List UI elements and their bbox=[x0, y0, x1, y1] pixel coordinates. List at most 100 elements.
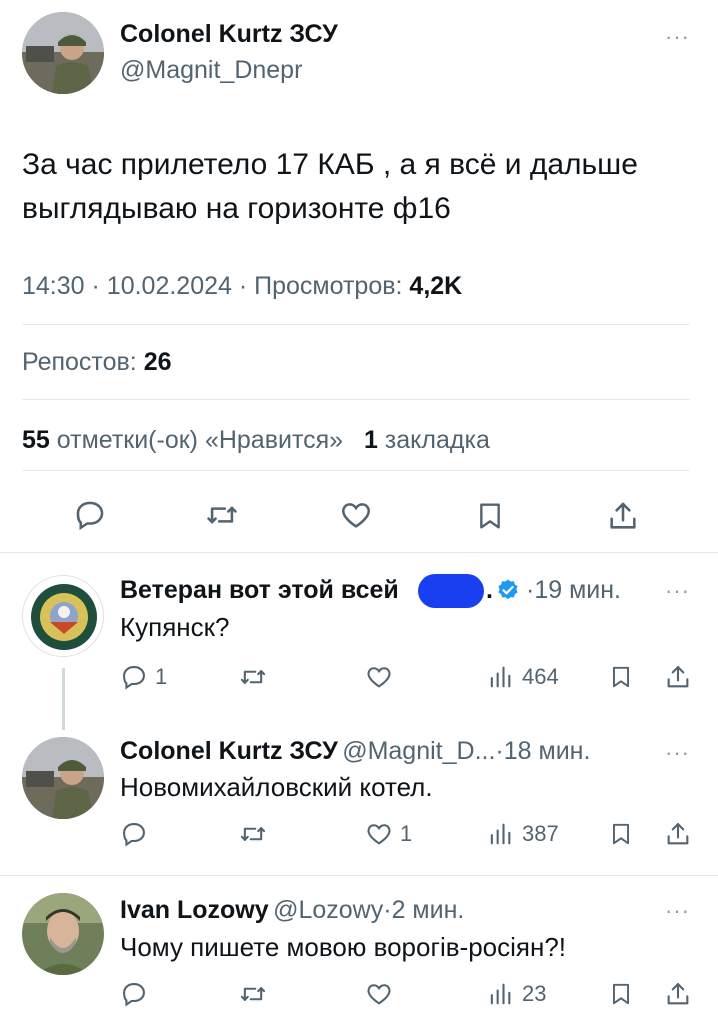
divider bbox=[22, 399, 690, 400]
views-label: Просмотров: bbox=[254, 272, 403, 300]
reply-author-handle[interactable]: @Lozowy bbox=[273, 896, 383, 924]
views-button[interactable] bbox=[486, 980, 514, 1008]
reply-author-name[interactable]: Colonel Kurtz ЗСУ bbox=[120, 737, 338, 765]
like-button[interactable] bbox=[364, 663, 394, 691]
divider bbox=[0, 875, 718, 876]
reposts-stat[interactable]: Репостов: 26 bbox=[22, 348, 172, 377]
like-count: 1 bbox=[400, 821, 413, 846]
reply-button[interactable] bbox=[120, 663, 148, 691]
repost-button[interactable] bbox=[238, 820, 268, 848]
tweet-text-line-2: выглядываю на горизонте ф16 bbox=[22, 192, 451, 225]
bookmark-icon bbox=[612, 983, 630, 1005]
likes-stat[interactable]: 55 отметки(-ок) «Нравится» bbox=[22, 426, 350, 454]
like-button[interactable] bbox=[364, 820, 394, 848]
bookmark-button[interactable] bbox=[608, 819, 634, 849]
share-button[interactable] bbox=[664, 819, 692, 849]
reply-header: Colonel Kurtz ЗСУ @Magnit_D...·18 мин. bbox=[120, 737, 590, 766]
more-options-icon[interactable]: ··· bbox=[665, 24, 690, 50]
reply-author-name[interactable]: Ivan Lozowy bbox=[120, 896, 269, 924]
likes-value: 55 bbox=[22, 426, 50, 454]
bar-chart-icon bbox=[490, 823, 511, 845]
share-icon bbox=[667, 666, 689, 688]
views-button[interactable] bbox=[486, 820, 514, 848]
repost-icon bbox=[240, 987, 266, 1001]
reposts-label: Репостов: bbox=[22, 348, 137, 376]
reply-text: Новомихайловский котел. bbox=[120, 772, 433, 802]
repost-icon bbox=[240, 827, 266, 841]
share-icon bbox=[667, 823, 689, 845]
bar-chart-icon bbox=[490, 983, 511, 1005]
likes-label: отметки(-ок) «Нравится» bbox=[56, 426, 344, 454]
heart-icon bbox=[367, 824, 391, 845]
views-value: 4,2K bbox=[409, 272, 463, 300]
verified-badge-icon bbox=[496, 578, 520, 607]
bookmark-button[interactable] bbox=[608, 662, 634, 692]
author-avatar[interactable] bbox=[22, 12, 104, 94]
more-options-icon[interactable]: ··· bbox=[665, 898, 690, 924]
heart-icon bbox=[342, 503, 370, 528]
tweet-text: За час прилетело 17 КАБ , а я всё и даль… bbox=[22, 143, 638, 231]
reply-icon bbox=[76, 501, 104, 531]
bookmarks-value: 1 bbox=[363, 426, 378, 454]
repost-button[interactable] bbox=[238, 980, 268, 1008]
bookmark-icon bbox=[612, 823, 630, 845]
heart-icon bbox=[367, 667, 391, 688]
tweet-date[interactable]: 10.02.2024 bbox=[107, 272, 232, 300]
tweet-time[interactable]: 14:30 bbox=[22, 272, 85, 300]
more-options-icon[interactable]: ··· bbox=[665, 740, 690, 766]
repost-icon bbox=[240, 670, 266, 684]
more-options-icon[interactable]: ··· bbox=[665, 578, 690, 604]
reply-icon bbox=[123, 823, 145, 847]
author-name[interactable]: Colonel Kurtz ЗСУ bbox=[120, 20, 338, 49]
meta-separator: · bbox=[383, 896, 392, 924]
reply-avatar[interactable] bbox=[22, 893, 104, 975]
meta-separator: · bbox=[495, 737, 504, 765]
reply-button[interactable] bbox=[120, 980, 148, 1008]
reply-text: Купянск? bbox=[120, 612, 230, 642]
views-button[interactable] bbox=[486, 663, 514, 691]
divider bbox=[0, 552, 718, 553]
engagement-stats: 55 отметки(-ок) «Нравится» 1 закладка bbox=[22, 426, 490, 455]
reply-time[interactable]: 18 мин. bbox=[504, 737, 591, 765]
bookmark-icon bbox=[480, 503, 500, 529]
bookmarks-stat[interactable]: 1 закладка bbox=[364, 426, 490, 454]
view-count: 387 bbox=[522, 821, 559, 846]
reply-button[interactable] bbox=[120, 820, 148, 848]
share-icon bbox=[667, 983, 689, 1005]
author-handle[interactable]: @Magnit_Dnepr bbox=[120, 56, 302, 85]
bookmark-button[interactable] bbox=[608, 979, 634, 1009]
divider bbox=[22, 470, 690, 471]
repost-button[interactable] bbox=[204, 498, 240, 532]
reply-icon bbox=[123, 666, 145, 690]
bar-chart-icon bbox=[490, 666, 511, 688]
like-button[interactable] bbox=[364, 980, 394, 1008]
reply-time[interactable]: 2 мин. bbox=[392, 896, 465, 924]
bookmark-button[interactable] bbox=[474, 498, 506, 534]
view-count: 23 bbox=[522, 981, 547, 1006]
heart-icon bbox=[367, 984, 391, 1005]
reply-count: 1 bbox=[155, 664, 168, 689]
thread-line bbox=[62, 668, 65, 730]
like-button[interactable] bbox=[338, 498, 374, 532]
reply-text: Чому пишете мовою ворогів-росіян?! bbox=[120, 932, 567, 962]
meta-separator: · bbox=[91, 272, 100, 300]
reposts-value: 26 bbox=[143, 348, 172, 376]
divider bbox=[22, 324, 690, 325]
repost-icon bbox=[207, 506, 237, 524]
reply-avatar[interactable] bbox=[22, 575, 104, 657]
reply-avatar[interactable] bbox=[22, 737, 104, 819]
reply-icon bbox=[123, 983, 145, 1007]
share-button[interactable] bbox=[664, 662, 692, 692]
view-count: 464 bbox=[522, 664, 559, 689]
reply-header: Ivan Lozowy @Lozowy·2 мин. bbox=[120, 896, 464, 925]
share-icon bbox=[610, 502, 636, 529]
redaction-mark bbox=[418, 574, 484, 608]
reply-author-name[interactable]: Ветеран вот этой всей bbox=[120, 576, 399, 605]
share-button[interactable] bbox=[606, 498, 640, 534]
share-button[interactable] bbox=[664, 979, 692, 1009]
reply-button[interactable] bbox=[73, 498, 107, 532]
reply-author-handle[interactable]: @Magnit_D... bbox=[342, 737, 495, 765]
reply-time[interactable]: ·19 мин. bbox=[526, 576, 621, 605]
meta-separator: · bbox=[238, 272, 248, 300]
repost-button[interactable] bbox=[238, 663, 268, 691]
